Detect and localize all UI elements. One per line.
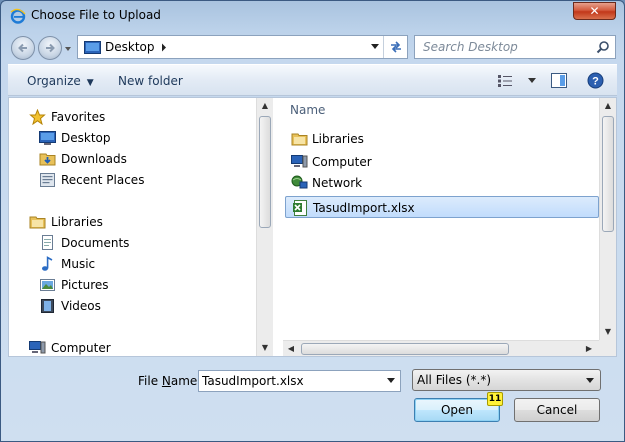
scrollbar-thumb[interactable] [259, 116, 271, 228]
search-icon[interactable] [596, 40, 610, 54]
close-button[interactable]: ✕ [573, 2, 616, 20]
libraries-icon [29, 216, 46, 229]
search-field[interactable] [414, 35, 616, 59]
scroll-right-icon[interactable]: ▶ [581, 341, 597, 357]
file-name: Computer [312, 155, 372, 169]
organize-label: Organize [27, 74, 81, 88]
help-icon[interactable]: ? [587, 72, 604, 89]
address-bar[interactable]: Desktop [77, 35, 408, 59]
recent-pages-dropdown-icon[interactable] [64, 45, 72, 53]
scrollbar-corner [599, 340, 616, 356]
cancel-button[interactable]: Cancel [514, 398, 600, 422]
desktop-icon [84, 41, 101, 54]
desktop-icon [39, 131, 56, 145]
nav-favorites-label: Favorites [51, 110, 106, 124]
organize-button[interactable]: Organize ▼ [27, 74, 94, 88]
chevron-down-icon[interactable] [387, 378, 395, 384]
computer-icon [291, 155, 308, 168]
nav-computer-label: Computer [51, 341, 111, 355]
command-toolbar: Organize ▼ New folder ? [8, 64, 617, 96]
file-row-selected[interactable]: TasudImport.xlsx [285, 196, 599, 218]
file-row-network[interactable]: Network [285, 172, 599, 194]
downloads-folder-icon [39, 153, 56, 166]
internet-explorer-icon [10, 8, 26, 24]
nav-item-label: Desktop [61, 131, 111, 145]
excel-file-icon [293, 200, 307, 216]
nav-item-label: Downloads [61, 152, 127, 166]
svg-text:?: ? [592, 76, 599, 88]
refresh-icon [391, 41, 401, 53]
computer-icon [29, 341, 46, 354]
navigation-pane-scrollbar[interactable]: ▲ ▼ [256, 98, 273, 356]
network-icon [291, 175, 308, 189]
file-list-horizontal-scrollbar[interactable]: ◀ ▶ [283, 340, 599, 356]
file-type-value: All Files (*.*) [417, 373, 492, 387]
file-row-libraries[interactable]: Libraries [285, 128, 599, 150]
back-arrow-icon [18, 43, 27, 53]
chevron-down-icon [586, 378, 594, 383]
navigation-pane: Favorites Desktop Downloads Recent Place… [9, 98, 256, 356]
star-icon [29, 109, 46, 125]
scroll-left-icon[interactable]: ◀ [283, 341, 299, 357]
scroll-up-icon[interactable]: ▲ [600, 98, 616, 114]
file-name-label: File Name: [138, 374, 202, 388]
forward-button[interactable] [38, 36, 62, 60]
file-list-pane: Name Libraries Computer Network TasudImp… [283, 98, 599, 356]
scroll-down-icon[interactable]: ▼ [600, 324, 616, 340]
file-name: Network [312, 176, 363, 190]
new-folder-button[interactable]: New folder [118, 74, 183, 88]
nav-item-label: Music [61, 257, 96, 271]
file-list-vertical-scrollbar[interactable]: ▲ ▼ [599, 98, 616, 356]
nav-item-label: Videos [61, 299, 101, 313]
scroll-up-icon[interactable]: ▲ [257, 98, 273, 114]
nav-item-label: Pictures [61, 278, 109, 292]
column-header-name[interactable]: Name [290, 103, 325, 117]
scrollbar-thumb[interactable] [301, 343, 509, 355]
address-location[interactable]: Desktop [105, 40, 155, 54]
documents-icon [42, 235, 53, 250]
scrollbar-thumb[interactable] [602, 116, 614, 232]
file-row-computer[interactable]: Computer [285, 151, 599, 173]
file-name: TasudImport.xlsx [313, 201, 415, 215]
preview-pane-icon[interactable] [551, 73, 567, 88]
close-icon: ✕ [589, 4, 600, 18]
chevron-down-icon[interactable] [371, 44, 379, 50]
file-name-input[interactable] [199, 371, 379, 391]
pane-splitter[interactable] [273, 98, 283, 356]
refresh-button[interactable] [383, 36, 407, 58]
search-input[interactable] [415, 36, 590, 58]
file-dialog-window: Choose File to Upload ✕ Desktop Search D… [0, 0, 625, 442]
forward-arrow-icon [46, 43, 55, 53]
file-name-combobox[interactable] [198, 370, 401, 392]
music-icon [42, 256, 53, 271]
nav-item-label: Documents [61, 236, 130, 250]
nav-item-label: Recent Places [61, 173, 145, 187]
window-title: Choose File to Upload [31, 8, 161, 22]
caret-down-icon: ▼ [86, 78, 94, 88]
title-bar: Choose File to Upload ✕ [1, 1, 624, 31]
recent-places-icon [40, 173, 55, 187]
videos-icon [41, 299, 54, 313]
change-view-icon[interactable] [497, 74, 513, 88]
step-badge: 11 [487, 392, 503, 406]
file-type-select[interactable]: All Files (*.*) [412, 369, 601, 391]
chevron-right-icon[interactable] [161, 43, 167, 52]
libraries-icon [291, 133, 308, 146]
pictures-icon [40, 279, 55, 291]
views-dropdown-icon[interactable] [528, 78, 536, 84]
scroll-down-icon[interactable]: ▼ [257, 340, 273, 356]
browser-panes: Favorites Desktop Downloads Recent Place… [8, 97, 617, 357]
file-name: Libraries [312, 132, 364, 146]
nav-libraries-label: Libraries [51, 215, 103, 229]
back-button[interactable] [11, 36, 35, 60]
